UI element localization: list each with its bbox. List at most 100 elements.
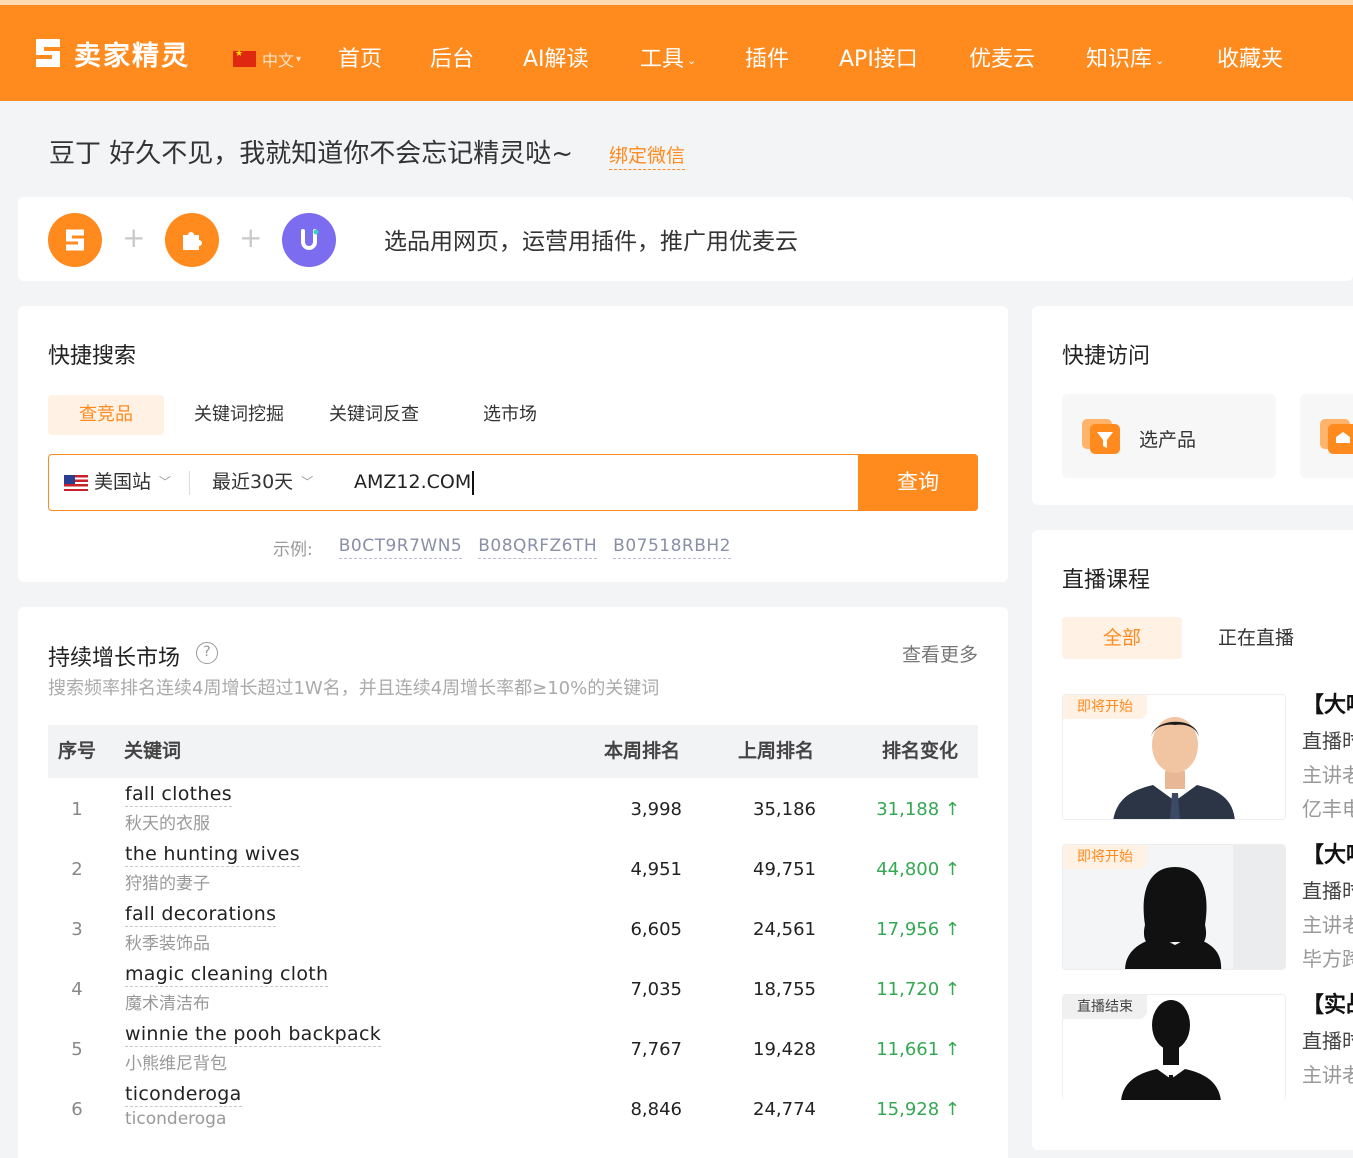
course-info: 【大啡 直播时 主讲老 毕方跨: [1302, 838, 1353, 976]
keyword-translation: 狩猎的妻子: [125, 874, 210, 894]
nav-favorites[interactable]: 收藏夹: [1217, 41, 1283, 73]
growth-market-subtitle: 搜索频率排名连续4周增长超过1W名，并且连续4周增长率都≥10%的关键词: [48, 678, 660, 699]
period-select[interactable]: 最近30天 ﹀: [212, 455, 313, 510]
nav-knowledge[interactable]: 知识库 ⌄: [1086, 41, 1164, 73]
last-week-rank: 49,751: [753, 859, 816, 880]
plus-icon: +: [122, 221, 146, 254]
this-week-rank: 4,951: [630, 859, 682, 880]
filter-folder-icon: [1082, 419, 1120, 454]
nav-tools[interactable]: 工具 ⌄: [640, 41, 696, 73]
brand[interactable]: 卖家精灵: [28, 33, 190, 73]
keyword-translation: 魔术清洁布: [125, 994, 210, 1014]
course-card[interactable]: 即将开始: [1062, 844, 1286, 970]
quick-access-item-next[interactable]: [1300, 394, 1353, 478]
row-index: 2: [71, 859, 83, 880]
course-company: 亿丰电: [1302, 797, 1353, 821]
language-switcher[interactable]: 中文 ▾: [233, 47, 301, 71]
rank-change: 11,720 ↑: [876, 979, 960, 1000]
search-box: 美国站 ﹀ 最近30天 ﹀ AMZ12.COM: [48, 454, 978, 511]
course-info: 【大啡 直播时 主讲老 亿丰电: [1302, 688, 1353, 826]
search-input[interactable]: AMZ12.COM: [354, 455, 475, 510]
marketplace-value: 美国站: [94, 471, 152, 493]
course-card[interactable]: 直播结束: [1062, 994, 1286, 1100]
col-this-week[interactable]: 本周排名: [604, 725, 680, 778]
nav-home[interactable]: 首页: [338, 41, 382, 73]
keyword-link[interactable]: fall decorations: [125, 903, 277, 927]
table-row[interactable]: 3 fall decorations 秋季装饰品 6,605 24,561 17…: [48, 901, 978, 961]
table-row[interactable]: 5 winnie the pooh backpack 小熊维尼背包 7,767 …: [48, 1021, 978, 1081]
quick-access-select-product[interactable]: 选产品: [1062, 394, 1276, 478]
help-circle-icon[interactable]: ?: [196, 642, 218, 664]
nav-youmaiyun[interactable]: 优麦云: [969, 41, 1035, 73]
keyword-cell: magic cleaning cloth 魔术清洁布: [125, 963, 329, 1014]
last-week-rank: 24,561: [753, 919, 816, 940]
row-index: 3: [71, 919, 83, 940]
col-last-week[interactable]: 上周排名: [738, 725, 814, 778]
examples-label: 示例:: [273, 540, 313, 560]
keyword-link[interactable]: magic cleaning cloth: [125, 963, 329, 987]
course-time: 直播时: [1302, 1029, 1353, 1053]
keyword-cell: fall clothes 秋天的衣服: [125, 783, 232, 834]
example-asin-link[interactable]: B08QRFZ6TH: [478, 536, 598, 559]
course-time: 直播时: [1302, 879, 1353, 903]
nav-api[interactable]: API接口: [839, 41, 918, 73]
chevron-down-icon: ⌄: [687, 53, 697, 67]
example-asin-link[interactable]: B0CT9R7WN5: [338, 536, 463, 559]
china-flag-icon: [233, 49, 256, 67]
keyword-link[interactable]: fall clothes: [125, 783, 232, 807]
keyword-link[interactable]: winnie the pooh backpack: [125, 1023, 382, 1047]
course-speaker: 主讲老: [1302, 763, 1353, 787]
rank-change: 11,661 ↑: [876, 1039, 960, 1060]
nav-ai-interpret[interactable]: AI解读: [523, 41, 589, 73]
table-row[interactable]: 2 the hunting wives 狩猎的妻子 4,951 49,751 4…: [48, 841, 978, 901]
marketplace-select[interactable]: 美国站 ﹀: [64, 455, 171, 510]
keyword-link[interactable]: the hunting wives: [125, 843, 300, 867]
row-index: 4: [71, 979, 83, 1000]
search-button[interactable]: 查询: [858, 454, 978, 511]
table-row[interactable]: 6 ticonderoga ticonderoga 8,846 24,774 1…: [48, 1081, 978, 1141]
course-title[interactable]: 【大啡: [1302, 688, 1353, 724]
example-asin-link[interactable]: B07518RBH2: [613, 536, 731, 559]
view-more-link[interactable]: 查看更多: [902, 640, 978, 667]
keyword-translation: 秋季装饰品: [125, 934, 210, 954]
chevron-down-icon: ﹀: [159, 475, 172, 489]
rank-change: 15,928 ↑: [876, 1099, 960, 1120]
tab-keyword-reverse[interactable]: 关键词反查: [329, 395, 419, 435]
course-title[interactable]: 【实战: [1302, 988, 1353, 1024]
tab-market[interactable]: 选市场: [483, 395, 537, 435]
table-row[interactable]: 4 magic cleaning cloth 魔术清洁布 7,035 18,75…: [48, 961, 978, 1021]
this-week-rank: 7,767: [630, 1039, 682, 1060]
keyword-cell: the hunting wives 狩猎的妻子: [125, 843, 300, 894]
tab-live-now[interactable]: 正在直播: [1218, 617, 1294, 659]
keyword-link[interactable]: ticonderoga: [125, 1083, 242, 1107]
logo-s-icon[interactable]: [48, 213, 102, 267]
puzzle-icon[interactable]: [165, 213, 219, 267]
store-folder-icon: [1320, 419, 1353, 454]
nav-dashboard[interactable]: 后台: [430, 41, 474, 73]
divider: [189, 471, 190, 495]
nav-plugin[interactable]: 插件: [745, 41, 789, 73]
course-title[interactable]: 【大啡: [1302, 838, 1353, 874]
last-week-rank: 24,774: [753, 1099, 816, 1120]
tab-all[interactable]: 全部: [1062, 617, 1182, 659]
course-info: 【实战 直播时 主讲老: [1302, 988, 1353, 1092]
chevron-down-icon: ﹀: [301, 475, 314, 489]
course-company: 毕方跨: [1302, 947, 1353, 971]
tab-competitor[interactable]: 查竞品: [48, 395, 164, 435]
chevron-down-icon: ⌄: [1155, 53, 1165, 67]
live-course-title: 直播课程: [1062, 568, 1151, 593]
logo-s-icon: [36, 39, 60, 67]
col-change[interactable]: 排名变化: [882, 725, 958, 778]
quick-search-title: 快捷搜索: [48, 344, 137, 369]
course-card[interactable]: 即将开始: [1062, 694, 1286, 820]
top-nav-bar: 卖家精灵 中文 ▾ 首页 后台 AI解读 工具⌄ 插件 API接口 优麦云 知识…: [0, 0, 1353, 101]
youmai-u-icon[interactable]: [282, 213, 336, 267]
table-header: 序号 关键词 本周排名 上周排名 排名变化: [48, 725, 978, 778]
greeting-text: 豆丁 好久不见，我就知道你不会忘记精灵哒~: [49, 139, 574, 169]
col-keyword: 关键词: [124, 740, 182, 762]
bind-wechat-link[interactable]: 绑定微信: [609, 141, 686, 170]
brand-name: 卖家精灵: [74, 40, 190, 72]
table-row[interactable]: 1 fall clothes 秋天的衣服 3,998 35,186 31,188…: [48, 781, 978, 841]
tab-keyword-mining[interactable]: 关键词挖掘: [194, 395, 284, 435]
row-index: 5: [71, 1039, 83, 1060]
